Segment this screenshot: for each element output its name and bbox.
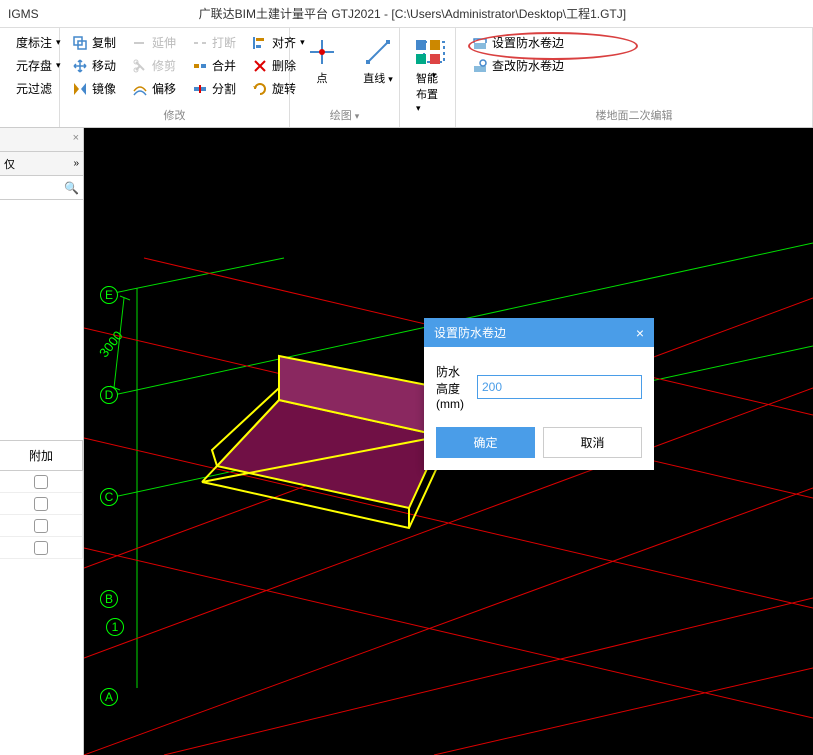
move-label: 移动 (92, 57, 116, 74)
panel-subtab-label: 仅 (4, 156, 15, 172)
table-header-extra: 附加 (0, 441, 83, 470)
search-icon[interactable]: 🔍 (64, 181, 79, 195)
smart-layout-label: 智能布置 (416, 73, 438, 101)
checkbox[interactable] (34, 497, 48, 511)
merge-label: 合并 (212, 57, 236, 74)
checkbox[interactable] (34, 475, 48, 489)
check-waterproof-button[interactable]: 查改防水卷边 (468, 55, 804, 76)
secondary-group-title: 楼地面二次编辑 (464, 107, 804, 123)
filter-element-button[interactable]: 元过滤 (8, 78, 51, 99)
filter-element-label: 元过滤 (16, 80, 52, 97)
set-waterproof-label: 设置防水卷边 (492, 34, 564, 51)
search-input[interactable] (4, 182, 54, 194)
trim-label: 修剪 (152, 57, 176, 74)
dim-annotate-label: 度标注 (16, 34, 52, 51)
set-waterproof-button[interactable]: 设置防水卷边 (468, 32, 804, 53)
save-element-button[interactable]: 元存盘▾ (8, 55, 51, 76)
checkbox[interactable] (34, 541, 48, 555)
copy-label: 复制 (92, 34, 116, 51)
table-row[interactable] (0, 515, 83, 537)
line-button[interactable]: 直线 ▾ (354, 32, 402, 90)
cancel-button[interactable]: 取消 (543, 427, 642, 458)
waterproof-height-input[interactable] (477, 375, 642, 399)
modify-group-title: 修改 (68, 107, 281, 123)
axis-label-e: E (100, 286, 118, 304)
panel-subtab[interactable]: 仅 » (0, 152, 83, 176)
mirror-button[interactable]: 镜像 (68, 78, 120, 99)
app-title: 广联达BIM土建计量平台 GTJ2021 - [C:\Users\Adminis… (199, 5, 626, 22)
extend-button: 延伸 (128, 32, 180, 53)
viewport-3d[interactable]: E D C B 1 A 3000 设置防水卷边 × 防水高度(mm) 确定 取消 (84, 128, 813, 755)
table-row[interactable] (0, 471, 83, 493)
panel-tab[interactable]: × (0, 128, 83, 152)
axis-label-a: A (100, 688, 118, 706)
brand-label: IGMS (8, 7, 39, 21)
dim-annotate-button[interactable]: 度标注▾ (8, 32, 51, 53)
merge-button[interactable]: 合并 (188, 55, 240, 76)
axis-label-b: B (100, 590, 118, 608)
close-icon[interactable]: × (73, 132, 79, 144)
dialog-title-text: 设置防水卷边 (434, 324, 506, 341)
break-label: 打断 (212, 34, 236, 51)
move-button[interactable]: 移动 (68, 55, 120, 76)
mirror-label: 镜像 (92, 80, 116, 97)
dialog-field-label: 防水高度(mm) (436, 363, 469, 411)
axis-label-1: 1 (106, 618, 124, 636)
split-button[interactable]: 分割 (188, 78, 240, 99)
check-waterproof-label: 查改防水卷边 (492, 57, 564, 74)
draw-group-title: 绘图 (330, 110, 352, 122)
offset-label: 偏移 (152, 80, 176, 97)
table-row[interactable] (0, 493, 83, 515)
ok-button[interactable]: 确定 (436, 427, 535, 458)
dialog-close-icon[interactable]: × (636, 325, 644, 341)
axis-label-d: D (100, 386, 118, 404)
waterproof-dialog: 设置防水卷边 × 防水高度(mm) 确定 取消 (424, 318, 654, 470)
offset-button[interactable]: 偏移 (128, 78, 180, 99)
trim-button: 修剪 (128, 55, 180, 76)
split-label: 分割 (212, 80, 236, 97)
smart-layout-button[interactable]: 智能布置▾ (408, 32, 447, 118)
axis-label-c: C (100, 488, 118, 506)
save-element-label: 元存盘 (16, 57, 52, 74)
point-button[interactable]: 点 (298, 32, 346, 90)
checkbox[interactable] (34, 519, 48, 533)
extend-label: 延伸 (152, 34, 176, 51)
table-row[interactable] (0, 537, 83, 559)
point-label: 点 (317, 70, 328, 86)
break-button: 打断 (188, 32, 240, 53)
line-label: 直线 (363, 73, 385, 85)
copy-button[interactable]: 复制 (68, 32, 120, 53)
